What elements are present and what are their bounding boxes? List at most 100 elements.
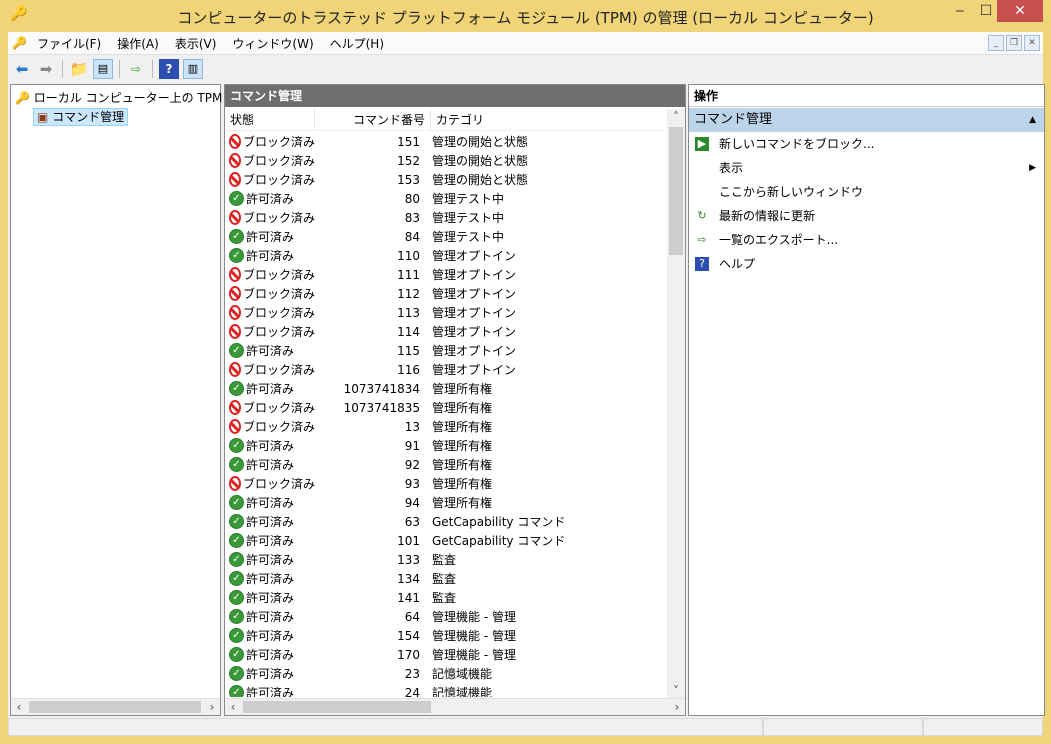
category-cell: 記憶域機能 <box>432 686 493 697</box>
status-cell: ✓ 許可済み <box>225 665 315 682</box>
category-cell: 管理オプトイン <box>432 249 517 263</box>
table-row[interactable]: ✓ 許可済み 115 管理オプトイン <box>225 341 665 360</box>
category-cell: 管理の開始と状態 <box>432 173 529 187</box>
table-row[interactable]: ✓ 許可済み 94 管理所有権 <box>225 493 665 512</box>
tree-horizontal-scrollbar[interactable]: ‹ › <box>11 698 220 715</box>
tree-item-command-management[interactable]: ▣ コマンド管理 <box>15 108 216 127</box>
table-row[interactable]: ブロック済み 93 管理所有権 <box>225 474 665 493</box>
command-number-cell: 170 <box>397 647 420 662</box>
command-number-cell: 93 <box>404 476 420 491</box>
table-row[interactable]: ✓ 許可済み 23 記憶域機能 <box>225 664 665 683</box>
scroll-right-icon[interactable]: › <box>669 699 685 716</box>
actions-title: 操作 <box>689 85 1044 107</box>
action-item[interactable]: ここから新しいウィンドウ <box>689 180 1044 204</box>
console-icon[interactable]: 🔑 <box>8 36 29 50</box>
table-row[interactable]: ✓ 許可済み 84 管理テスト中 <box>225 227 665 246</box>
table-row[interactable]: ブロック済み 151 管理の開始と状態 <box>225 132 665 151</box>
table-row[interactable]: ✓ 許可済み 101 GetCapability コマンド <box>225 531 665 550</box>
column-header-status[interactable]: 状態 <box>225 109 315 130</box>
command-number-cell: 134 <box>397 571 420 586</box>
status-bar <box>8 718 1043 736</box>
menu-window[interactable]: ウィンドウ(W) <box>224 35 321 52</box>
table-row[interactable]: ✓ 許可済み 91 管理所有権 <box>225 436 665 455</box>
table-row[interactable]: ブロック済み 83 管理テスト中 <box>225 208 665 227</box>
table-row[interactable]: ブロック済み 111 管理オプトイン <box>225 265 665 284</box>
action-item[interactable]: 表示 ▶ <box>689 156 1044 180</box>
column-header-category[interactable]: カテゴリ <box>431 109 665 130</box>
table-row[interactable]: ブロック済み 153 管理の開始と状態 <box>225 170 665 189</box>
column-header-command-number[interactable]: コマンド番号 <box>315 109 431 130</box>
table-row[interactable]: ブロック済み 113 管理オプトイン <box>225 303 665 322</box>
table-row[interactable]: ✓ 許可済み 64 管理機能 - 管理 <box>225 607 665 626</box>
command-number-cell: 80 <box>404 191 420 206</box>
allowed-check-icon: ✓ <box>229 191 244 206</box>
scroll-right-icon[interactable]: › <box>204 699 220 716</box>
up-folder-icon[interactable]: 📁 <box>69 59 89 79</box>
action-item[interactable]: ⇨ 一覧のエクスポート... <box>689 228 1044 252</box>
table-row[interactable]: ✓ 許可済み 92 管理所有権 <box>225 455 665 474</box>
mdi-minimize-button[interactable]: _ <box>988 35 1004 51</box>
category-cell: 管理の開始と状態 <box>432 154 529 168</box>
table-row[interactable]: ✓ 許可済み 133 監査 <box>225 550 665 569</box>
status-cell: ✓ 許可済み <box>225 570 315 587</box>
table-row[interactable]: ✓ 許可済み 110 管理オプトイン <box>225 246 665 265</box>
scroll-thumb[interactable] <box>29 701 201 713</box>
scroll-left-icon[interactable]: ‹ <box>225 699 241 716</box>
table-row[interactable]: ✓ 許可済み 134 監査 <box>225 569 665 588</box>
close-button[interactable]: ✕ <box>997 0 1043 22</box>
export-list-icon: ⇨ <box>695 233 709 247</box>
command-number-cell: 151 <box>397 134 420 149</box>
action-item[interactable]: ? ヘルプ <box>689 252 1044 276</box>
table-row[interactable]: ✓ 許可済み 141 監査 <box>225 588 665 607</box>
command-number-cell: 24 <box>404 685 420 698</box>
table-row[interactable]: ✓ 許可済み 154 管理機能 - 管理 <box>225 626 665 645</box>
collapse-icon[interactable]: ▲ <box>1029 108 1036 132</box>
tree-root[interactable]: 🔑 ローカル コンピューター上の TPM 管理 <box>15 89 250 108</box>
action-item[interactable]: ▶ 新しいコマンドをブロック... <box>689 132 1044 156</box>
table-row[interactable]: ブロック済み 13 管理所有権 <box>225 417 665 436</box>
table-row[interactable]: ブロック済み 116 管理オプトイン <box>225 360 665 379</box>
allowed-check-icon: ✓ <box>229 495 244 510</box>
command-number-cell: 101 <box>397 533 420 548</box>
show-hide-action-pane-icon[interactable]: ▥ <box>183 58 203 79</box>
status-cell: ブロック済み <box>225 266 315 283</box>
table-row[interactable]: ✓ 許可済み 80 管理テスト中 <box>225 189 665 208</box>
show-hide-tree-icon[interactable]: ▤ <box>93 58 113 79</box>
table-row[interactable]: ✓ 許可済み 24 記憶域機能 <box>225 683 665 697</box>
mdi-restore-button[interactable]: ❐ <box>1006 35 1022 51</box>
forward-icon[interactable]: ➡ <box>36 59 56 79</box>
table-row[interactable]: ✓ 許可済み 63 GetCapability コマンド <box>225 512 665 531</box>
menu-help[interactable]: ヘルプ(H) <box>322 35 392 52</box>
table-row[interactable]: ブロック済み 152 管理の開始と状態 <box>225 151 665 170</box>
status-cell: ブロック済み <box>225 285 315 302</box>
scroll-left-icon[interactable]: ‹ <box>11 699 27 716</box>
actions-section-command-management[interactable]: コマンド管理 ▲ <box>689 108 1044 132</box>
list-vertical-scrollbar[interactable]: ˄ ˅ <box>667 109 685 700</box>
status-cell: ✓ 許可済み <box>225 532 315 549</box>
action-item[interactable]: ↻ 最新の情報に更新 <box>689 204 1044 228</box>
category-cell: 管理テスト中 <box>432 211 505 225</box>
menu-file[interactable]: ファイル(F) <box>29 35 109 52</box>
menu-view[interactable]: 表示(V) <box>167 35 225 52</box>
allowed-check-icon: ✓ <box>229 628 244 643</box>
command-number-cell: 114 <box>397 324 420 339</box>
export-list-icon[interactable]: ⇨ <box>126 59 146 79</box>
category-cell: 管理機能 - 管理 <box>432 648 516 662</box>
table-row[interactable]: ブロック済み 1073741835 管理所有権 <box>225 398 665 417</box>
scroll-thumb[interactable] <box>669 127 683 255</box>
allowed-check-icon: ✓ <box>229 533 244 548</box>
scroll-thumb[interactable] <box>243 701 431 713</box>
back-icon[interactable]: ⬅ <box>12 59 32 79</box>
scroll-up-icon[interactable]: ˄ <box>668 109 684 126</box>
command-number-cell: 133 <box>397 552 420 567</box>
menu-action[interactable]: 操作(A) <box>109 35 167 52</box>
command-number-cell: 91 <box>404 438 420 453</box>
table-row[interactable]: ブロック済み 112 管理オプトイン <box>225 284 665 303</box>
table-row[interactable]: ✓ 許可済み 170 管理機能 - 管理 <box>225 645 665 664</box>
list-horizontal-scrollbar[interactable]: ‹ › <box>225 698 685 715</box>
command-number-cell: 111 <box>397 267 420 282</box>
help-icon[interactable]: ? <box>159 58 179 79</box>
table-row[interactable]: ✓ 許可済み 1073741834 管理所有権 <box>225 379 665 398</box>
mdi-close-button[interactable]: ✕ <box>1024 35 1040 51</box>
table-row[interactable]: ブロック済み 114 管理オプトイン <box>225 322 665 341</box>
